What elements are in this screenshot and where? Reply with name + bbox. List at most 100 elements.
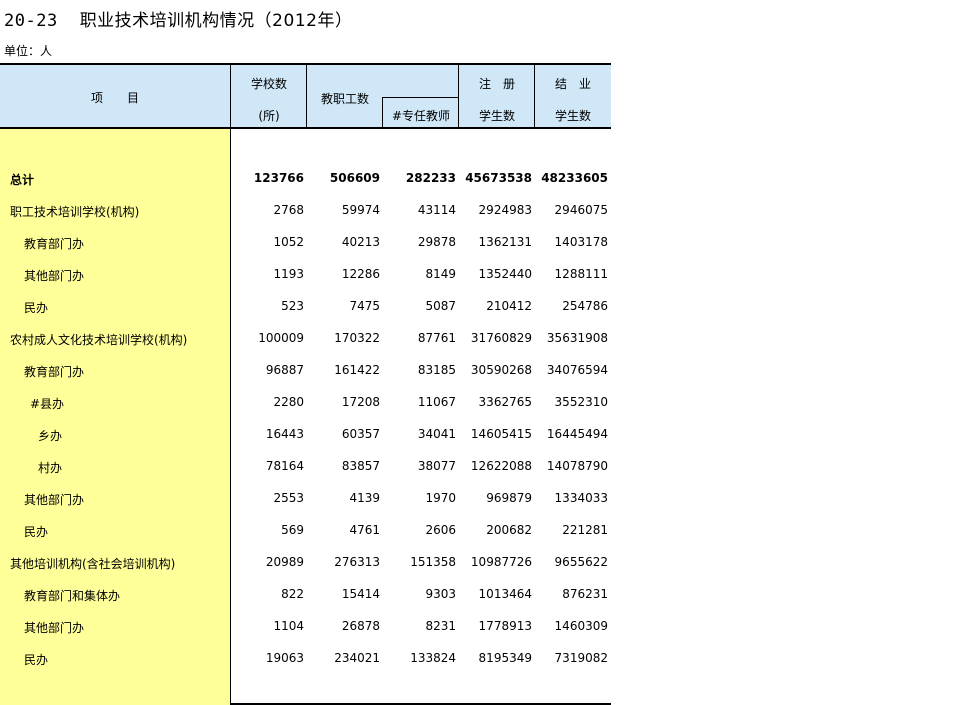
cell-teachers: 43114 xyxy=(417,203,456,217)
cell-enrolled: 1778913 xyxy=(478,619,532,633)
header-divider xyxy=(458,65,459,129)
cell-schools: 1052 xyxy=(273,235,304,249)
row-label: 其他部门办 xyxy=(24,621,85,635)
cell-enrolled: 12622088 xyxy=(470,459,532,473)
cell-staff: 506609 xyxy=(329,171,380,185)
cell-teachers: 9303 xyxy=(425,587,456,601)
cell-staff: 276313 xyxy=(334,555,380,569)
header-item: 项 目 xyxy=(90,91,139,105)
cell-schools: 2553 xyxy=(273,491,304,505)
unit-label: 单位：人 xyxy=(4,44,53,58)
cell-staff: 234021 xyxy=(334,651,380,665)
cell-enrolled: 200682 xyxy=(486,523,532,537)
row-label: 村办 xyxy=(38,461,63,475)
cell-enrolled: 10987726 xyxy=(470,555,532,569)
cell-teachers: 133824 xyxy=(410,651,456,665)
table-row: 其他部门办 2553 4139 1970 969879 1334033 xyxy=(0,483,611,515)
table-row: 农村成人文化技术培训学校(机构) 100009 170322 87761 317… xyxy=(0,323,611,355)
cell-graduates: 1288111 xyxy=(554,267,608,281)
cell-teachers: 29878 xyxy=(417,235,456,249)
cell-teachers: 8231 xyxy=(425,619,456,633)
table-row: 民办 569 4761 2606 200682 221281 xyxy=(0,515,611,547)
table-row: #县办 2280 17208 11067 3362765 3552310 xyxy=(0,387,611,419)
cell-staff: 26878 xyxy=(341,619,380,633)
cell-staff: 7475 xyxy=(349,299,380,313)
cell-graduates: 48233605 xyxy=(541,171,608,185)
header-enrolled-bottom: 学生数 xyxy=(478,109,515,123)
row-label: 其他培训机构(含社会培训机构) xyxy=(10,557,176,571)
row-label: #县办 xyxy=(30,397,65,411)
cell-graduates: 34076594 xyxy=(546,363,608,377)
cell-staff: 60357 xyxy=(341,427,380,441)
cell-graduates: 876231 xyxy=(562,587,608,601)
cell-schools: 20989 xyxy=(265,555,304,569)
table-row: 村办 78164 83857 38077 12622088 14078790 xyxy=(0,451,611,483)
cell-teachers: 151358 xyxy=(410,555,456,569)
cell-schools: 2768 xyxy=(273,203,304,217)
cell-graduates: 2946075 xyxy=(554,203,608,217)
cell-teachers: 38077 xyxy=(417,459,456,473)
row-label: 职工技术培训学校(机构) xyxy=(10,205,140,219)
cell-schools: 822 xyxy=(281,587,304,601)
table-row: 民办 19063 234021 133824 8195349 7319082 xyxy=(0,643,611,675)
cell-graduates: 7319082 xyxy=(554,651,608,665)
cell-enrolled: 8195349 xyxy=(478,651,532,665)
row-label: 民办 xyxy=(24,653,49,667)
table-name: 职业技术培训机构情况（2012年） xyxy=(79,11,353,31)
cell-enrolled: 14605415 xyxy=(470,427,532,441)
cell-graduates: 254786 xyxy=(562,299,608,313)
cell-teachers: 1970 xyxy=(425,491,456,505)
cell-staff: 161422 xyxy=(334,363,380,377)
table-row: 其他培训机构(含社会培训机构) 20989 276313 151358 1098… xyxy=(0,547,611,579)
header-divider xyxy=(306,65,307,129)
cell-teachers: 11067 xyxy=(417,395,456,409)
cell-schools: 19063 xyxy=(265,651,304,665)
table-row: 乡办 16443 60357 34041 14605415 16445494 xyxy=(0,419,611,451)
cell-enrolled: 1013464 xyxy=(478,587,532,601)
cell-schools: 78164 xyxy=(265,459,304,473)
cell-graduates: 1334033 xyxy=(554,491,608,505)
row-label: 农村成人文化技术培训学校(机构) xyxy=(10,333,188,347)
table-row: 总计 123766 506609 282233 45673538 4823360… xyxy=(0,163,611,195)
cell-schools: 1104 xyxy=(273,619,304,633)
header-staff: 教职工数 xyxy=(320,92,369,106)
cell-graduates: 16445494 xyxy=(546,427,608,441)
row-label: 民办 xyxy=(24,301,49,315)
cell-teachers: 34041 xyxy=(417,427,456,441)
cell-enrolled: 1362131 xyxy=(478,235,532,249)
cell-schools: 96887 xyxy=(265,363,304,377)
cell-graduates: 1460309 xyxy=(554,619,608,633)
cell-enrolled: 2924983 xyxy=(478,203,532,217)
header-graduates-top: 结 业 xyxy=(554,77,591,91)
header-subline xyxy=(382,97,458,98)
cell-teachers: 83185 xyxy=(417,363,456,377)
header-graduates-bottom: 学生数 xyxy=(554,109,591,123)
cell-enrolled: 1352440 xyxy=(478,267,532,281)
cell-schools: 123766 xyxy=(253,171,304,185)
cell-enrolled: 210412 xyxy=(486,299,532,313)
cell-staff: 4761 xyxy=(349,523,380,537)
row-label: 教育部门办 xyxy=(24,237,85,251)
cell-enrolled: 3362765 xyxy=(478,395,532,409)
cell-schools: 16443 xyxy=(265,427,304,441)
cell-enrolled: 31760829 xyxy=(470,331,532,345)
cell-graduates: 35631908 xyxy=(546,331,608,345)
row-label: 教育部门和集体办 xyxy=(24,589,121,603)
cell-staff: 59974 xyxy=(341,203,380,217)
row-label: 其他部门办 xyxy=(24,269,85,283)
table-row: 教育部门和集体办 822 15414 9303 1013464 876231 xyxy=(0,579,611,611)
table-code: 20-23 xyxy=(4,11,58,31)
cell-graduates: 3552310 xyxy=(554,395,608,409)
cell-teachers: 2606 xyxy=(425,523,456,537)
table-row: 其他部门办 1104 26878 8231 1778913 1460309 xyxy=(0,611,611,643)
cell-staff: 12286 xyxy=(341,267,380,281)
cell-teachers: 5087 xyxy=(425,299,456,313)
cell-graduates: 9655622 xyxy=(554,555,608,569)
table-row: 民办 523 7475 5087 210412 254786 xyxy=(0,291,611,323)
table-row: 其他部门办 1193 12286 8149 1352440 1288111 xyxy=(0,259,611,291)
cell-teachers: 8149 xyxy=(425,267,456,281)
row-label: 教育部门办 xyxy=(24,365,85,379)
cell-enrolled: 30590268 xyxy=(470,363,532,377)
header-divider xyxy=(230,65,231,129)
cell-schools: 523 xyxy=(281,299,304,313)
